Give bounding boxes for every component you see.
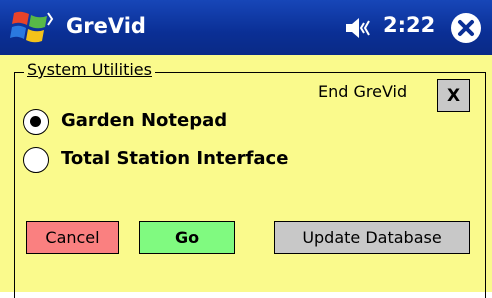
end-grevid-label: End GreVid [318,82,408,101]
clock[interactable]: 2:22 [383,13,435,37]
cancel-button[interactable]: Cancel [26,221,119,254]
go-button[interactable]: Go [139,221,235,254]
radio-selected-dot [30,116,41,127]
radio-total-station-interface[interactable] [23,147,49,173]
windows-start-icon[interactable] [10,9,54,45]
close-circle-icon[interactable] [449,11,483,45]
radio-label-total-station-interface[interactable]: Total Station Interface [61,148,288,169]
app-title: GreVid [66,14,146,38]
update-database-button[interactable]: Update Database [274,221,470,254]
radio-label-garden-notepad[interactable]: Garden Notepad [61,110,227,131]
speaker-icon[interactable] [344,16,374,40]
system-utilities-group [14,72,486,298]
end-grevid-button[interactable]: X [437,79,470,112]
radio-garden-notepad[interactable] [23,109,49,135]
group-label: System Utilities [24,60,155,79]
title-bar: GreVid 2:22 [0,0,492,55]
